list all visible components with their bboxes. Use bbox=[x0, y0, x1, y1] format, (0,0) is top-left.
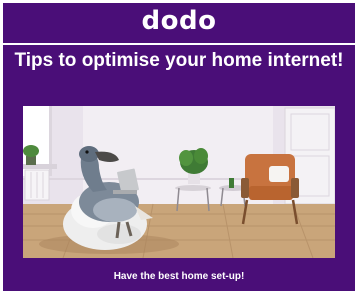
dodo-logo[interactable]: dodo bbox=[142, 8, 217, 34]
hero-image[interactable] bbox=[23, 106, 335, 258]
living-room-illustration bbox=[23, 106, 335, 258]
banner-caption: Have the best home set-up! bbox=[113, 271, 245, 282]
brand-header: dodo bbox=[3, 3, 355, 41]
window-icon bbox=[23, 106, 57, 176]
email-banner: dodo Tips to optimise your home internet… bbox=[3, 3, 355, 291]
header-divider bbox=[3, 43, 355, 45]
banner-headline: Tips to optimise your home internet! bbox=[14, 50, 344, 71]
